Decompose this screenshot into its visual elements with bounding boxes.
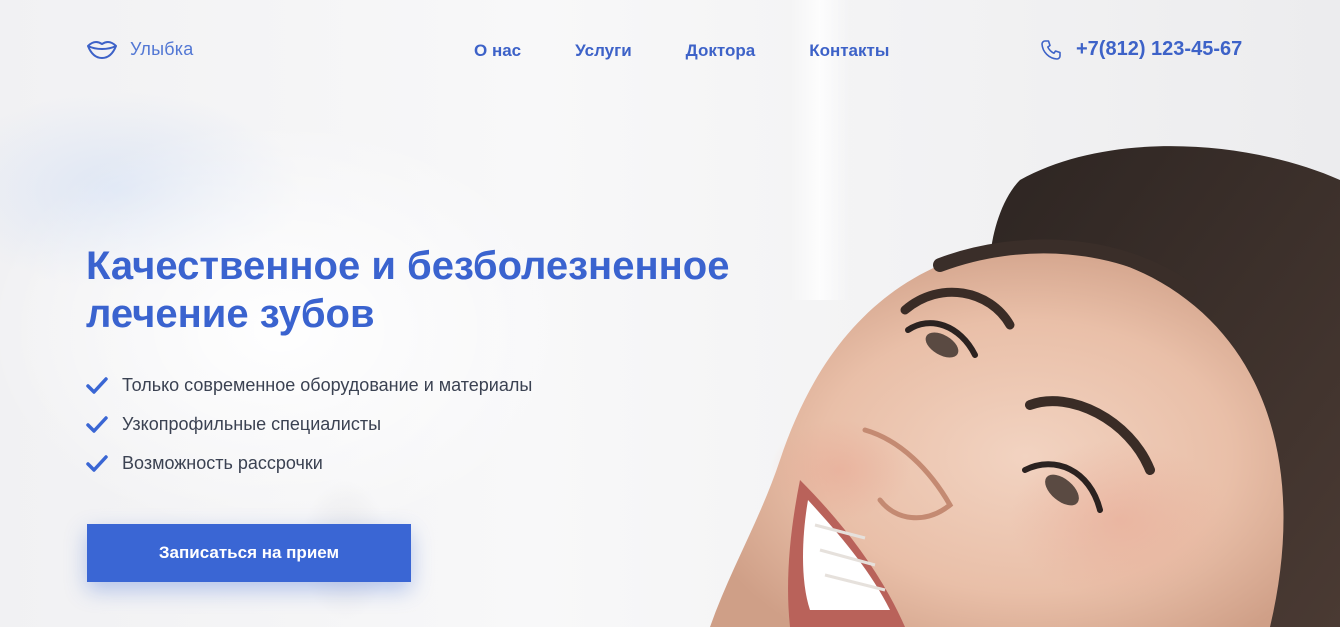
checkmark-icon xyxy=(86,415,108,433)
smiling-woman-photo xyxy=(710,146,1340,627)
nav-link-about[interactable]: О нас xyxy=(474,40,521,62)
feature-item: Только современное оборудование и матери… xyxy=(86,366,532,405)
logo-text: Улыбка xyxy=(130,38,194,59)
feature-list: Только современное оборудование и матери… xyxy=(86,366,532,483)
feature-text: Возможность рассрочки xyxy=(122,453,323,473)
hero-section: Улыбка О нас Услуги Доктора Контакты +7(… xyxy=(0,0,1340,627)
feature-item: Возможность рассрочки xyxy=(86,444,532,483)
hero-headline-line2: лечение зубов xyxy=(86,292,375,336)
nav-link-doctors[interactable]: Доктора xyxy=(686,40,756,62)
logo-link[interactable]: Улыбка xyxy=(86,38,193,60)
phone-link[interactable]: +7(812) 123-45-67 xyxy=(1040,38,1242,61)
nav-link-services[interactable]: Услуги xyxy=(575,40,632,62)
feature-text: Только современное оборудование и матери… xyxy=(122,375,533,395)
nav-link-contacts[interactable]: Контакты xyxy=(809,40,889,62)
feature-text: Узкопрофильные специалисты xyxy=(122,414,382,434)
hero-headline: Качественное и безболезненное лечение зуб… xyxy=(86,242,846,338)
phone-number: +7(812) 123-45-67 xyxy=(1076,38,1243,60)
checkmark-icon xyxy=(86,454,108,472)
phone-icon xyxy=(1041,39,1061,60)
site-header: Улыбка О нас Услуги Доктора Контакты +7(… xyxy=(0,0,1340,100)
main-nav: О нас Услуги Доктора Контакты xyxy=(474,40,889,62)
hero-headline-line1: Качественное и безболезненное xyxy=(86,244,730,288)
checkmark-icon xyxy=(86,376,108,394)
smile-lips-icon xyxy=(87,41,117,59)
feature-item: Узкопрофильные специалисты xyxy=(86,405,532,444)
book-appointment-button[interactable]: Записаться на прием xyxy=(87,524,411,582)
